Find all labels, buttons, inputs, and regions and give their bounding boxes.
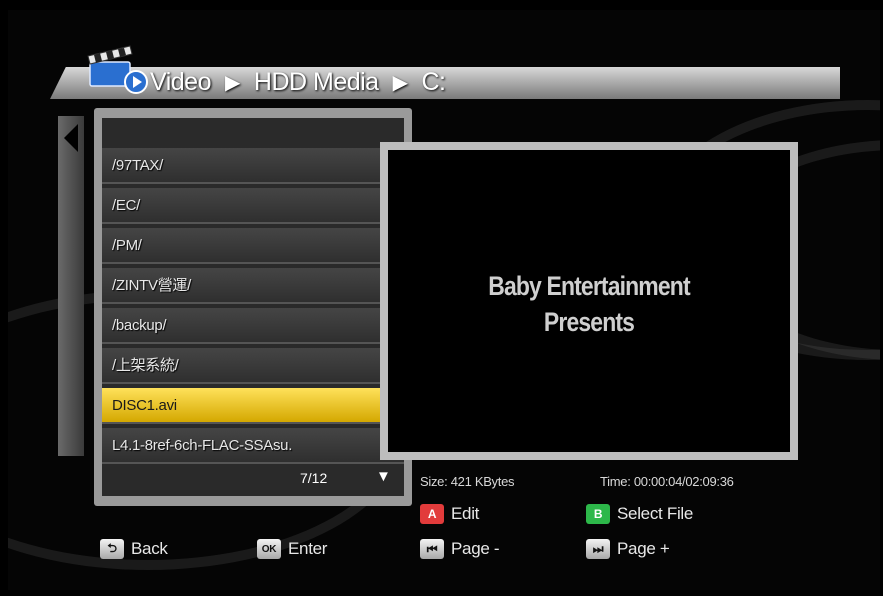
file-list-item-label: /ZINTV營運/ [112,277,191,294]
video-preview: Baby Entertainment Presents [388,150,790,452]
skip-back-icon: ⏮ [420,539,444,559]
b-key-icon: B [586,504,610,524]
skip-forward-icon: ⏭ [586,539,610,559]
page-next-hint[interactable]: ⏭ Page + [586,539,670,559]
file-list-item[interactable]: L4.1-8ref-6ch-FLAC-SSAsu. [102,428,404,464]
file-list-item[interactable]: /97TAX/ [102,148,404,184]
select-file-label: Select File [617,504,694,523]
breadcrumb-root[interactable]: Video [150,68,212,97]
scroll-left-arrow-icon[interactable] [64,124,78,152]
page-prev-label: Page - [451,539,500,558]
breadcrumb-separator-icon: ▶ [225,72,240,94]
file-list-item-label: /backup/ [112,317,167,334]
file-list: /97TAX/ /EC/ /PM/ /ZINTV營運/ /backup/ /上架… [102,118,404,496]
file-list-item-label: DISC1.avi [112,397,177,414]
page-counter: 7/12 [300,470,328,486]
video-preview-frame: Baby Entertainment Presents [380,142,798,460]
enter-hint[interactable]: OK Enter [257,539,327,559]
file-list-item-label: /EC/ [112,197,140,214]
edit-hint[interactable]: A Edit [420,504,479,524]
file-list-item-label: /PM/ [112,237,142,254]
file-time-value: 00:00:04/02:09:36 [633,474,734,489]
file-list-panel: /97TAX/ /EC/ /PM/ /ZINTV營運/ /backup/ /上架… [94,108,412,506]
select-file-hint[interactable]: B Select File [586,504,693,524]
file-list-item[interactable]: /ZINTV營運/ [102,268,404,304]
file-list-item[interactable]: /backup/ [102,308,404,344]
breadcrumb-separator-icon: ▶ [392,72,408,94]
file-list-item-selected[interactable]: DISC1.avi [102,388,404,424]
file-size-info: Size: 421 KBytes [420,474,515,489]
preview-caption: Baby Entertainment Presents [418,268,760,340]
a-key-icon: A [420,504,444,524]
ok-key-icon: OK [257,539,281,559]
file-list-item-label: /上架系統/ [112,357,179,374]
side-scroll-column[interactable] [58,116,84,456]
video-clapper-icon [86,40,150,98]
preview-caption-line1: Baby Entertainment [488,271,690,301]
file-list-item-label: /97TAX/ [112,157,163,174]
file-size-label: Size: [420,474,448,489]
preview-caption-line2: Presents [543,307,635,337]
file-list-item[interactable]: /PM/ [102,228,404,264]
file-list-item[interactable]: /EC/ [102,188,404,224]
page-next-label: Page + [617,539,670,558]
back-hint[interactable]: ⮌ Back [100,539,168,559]
file-time-info: Time: 00:00:04/02:09:36 [600,474,734,489]
file-time-label: Time: [600,474,631,489]
breadcrumb-level1[interactable]: HDD Media [254,68,379,97]
breadcrumb: Video ▶ HDD Media ▶ C: [150,68,446,97]
file-list-item-label: L4.1-8ref-6ch-FLAC-SSAsu. [112,437,293,454]
page-prev-hint[interactable]: ⏮ Page - [420,539,500,559]
file-size-value: 421 KBytes [450,474,515,489]
breadcrumb-level2[interactable]: C: [421,68,446,97]
file-list-item[interactable]: /上架系統/ [102,348,404,384]
back-icon: ⮌ [100,539,124,559]
back-label: Back [131,539,168,558]
more-down-arrow-icon[interactable]: ▼ [376,468,391,485]
edit-label: Edit [451,504,480,523]
enter-label: Enter [288,539,328,558]
